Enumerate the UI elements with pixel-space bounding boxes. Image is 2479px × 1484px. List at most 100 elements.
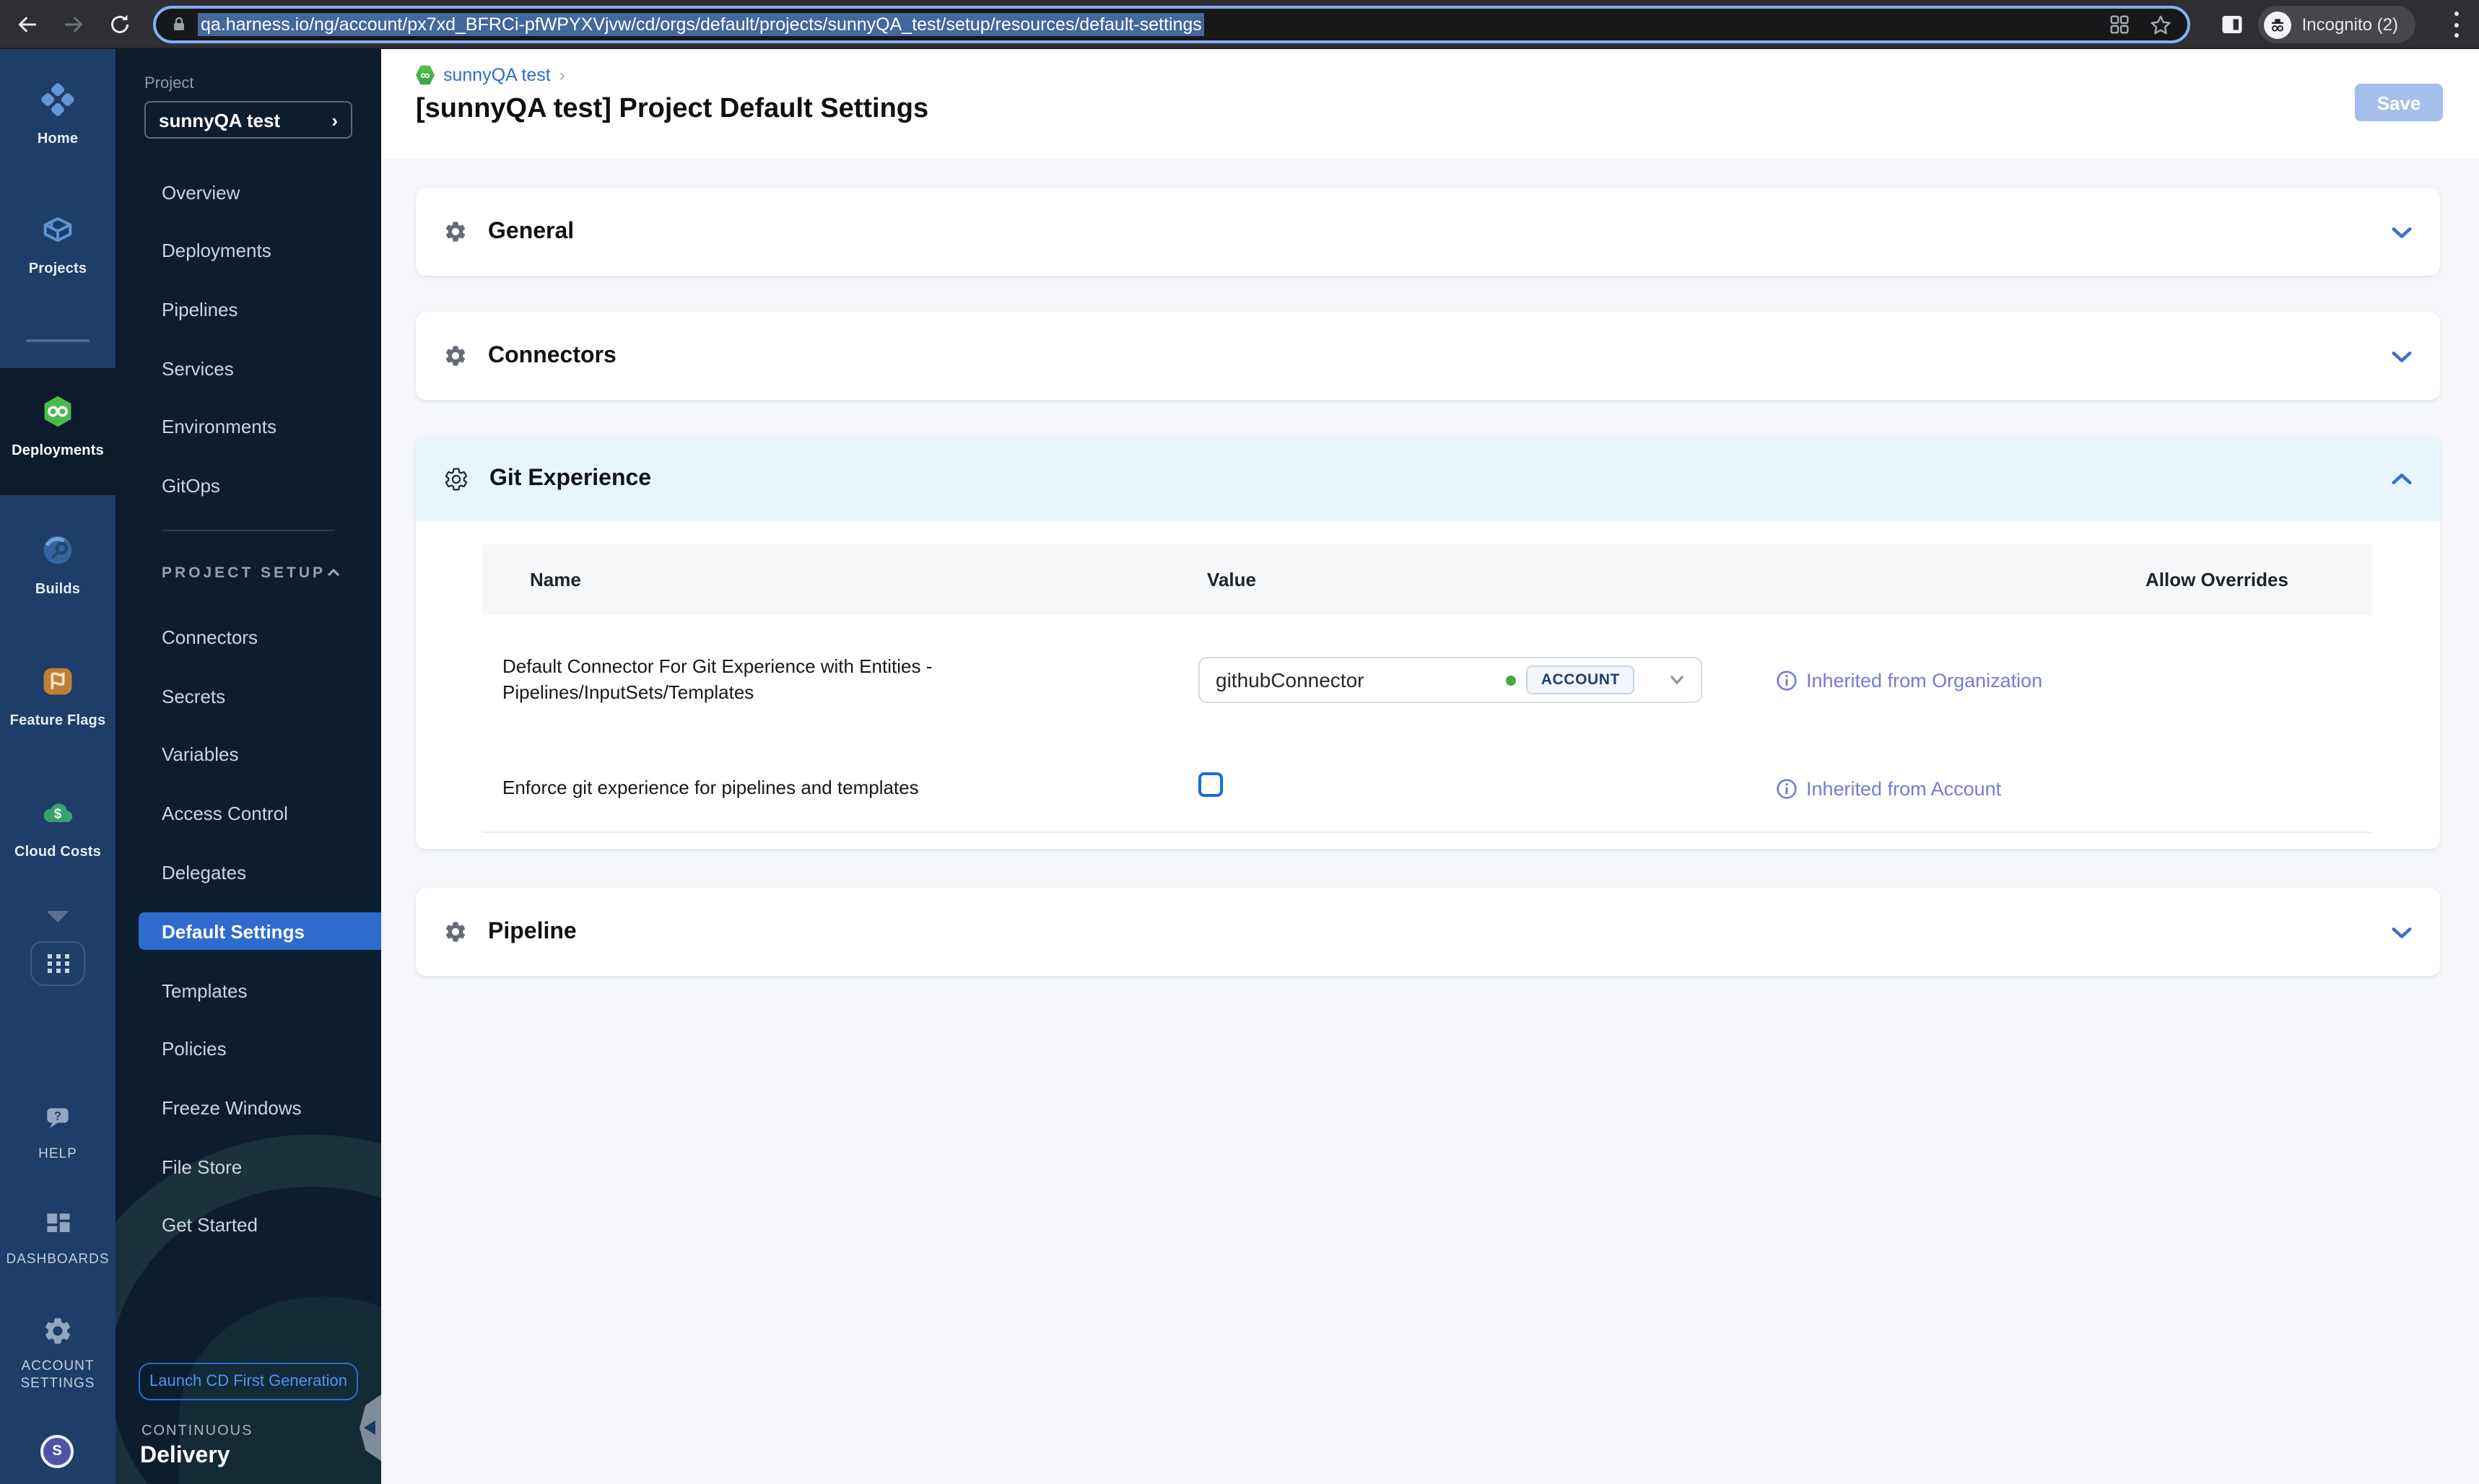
nav-item-services[interactable]: Services <box>162 358 234 380</box>
sidebar-item-dashboards[interactable]: DASHBOARDS <box>0 1208 116 1267</box>
section-title: Git Experience <box>489 466 652 490</box>
column-header-value: Value <box>1207 569 1256 590</box>
project-sidebar: Project sunnyQA test › Overview Deployme… <box>116 49 381 1484</box>
column-header-name: Name <box>530 569 581 590</box>
browser-menu-icon[interactable] <box>2453 12 2459 38</box>
builds-icon <box>43 536 72 564</box>
git-experience-header[interactable]: Git Experience <box>416 436 2440 521</box>
gear-icon <box>445 222 466 242</box>
sidebar-item-builds[interactable]: Builds <box>0 531 116 598</box>
project-setup-collapse-icon[interactable] <box>326 566 341 580</box>
default-connector-select[interactable]: githubConnector ACCOUNT <box>1198 657 1702 703</box>
sidebar-item-deployments[interactable]: Deployments <box>0 393 116 459</box>
svg-text:$: $ <box>54 806 62 821</box>
connector-status-dot <box>1506 675 1517 685</box>
nav-item-get-started[interactable]: Get Started <box>162 1214 258 1236</box>
nav-item-freeze-windows[interactable]: Freeze Windows <box>162 1097 302 1119</box>
project-selector[interactable]: sunnyQA test › <box>144 101 352 139</box>
user-avatar[interactable]: S <box>40 1435 74 1468</box>
nav-item-gitops[interactable]: GitOps <box>162 475 220 497</box>
module-footer-title: Delivery <box>140 1444 230 1468</box>
browser-toolbar: qa.harness.io/ng/account/px7xd_BFRCi-pfW… <box>0 0 2479 49</box>
column-header-allow-overrides: Allow Overrides <box>2145 569 2288 590</box>
chevron-up-icon[interactable] <box>2391 468 2413 489</box>
section-git-experience: Git Experience Name Value Allow Override… <box>416 436 2440 849</box>
nav-item-default-settings[interactable]: Default Settings <box>139 912 381 950</box>
enforce-git-experience-checkbox[interactable] <box>1198 772 1223 797</box>
nav-item-policies[interactable]: Policies <box>162 1038 227 1060</box>
inherited-from-account-link[interactable]: Inherited from Account <box>1776 777 2145 799</box>
module-sidebar: Home Projects Deployments Builds Feature… <box>0 49 116 1484</box>
home-icon <box>41 83 74 116</box>
more-modules-chevron-icon[interactable] <box>46 911 69 922</box>
sidebar-item-account-settings[interactable]: ACCOUNT SETTINGS <box>0 1315 116 1392</box>
git-experience-settings-table: Name Value Allow Overrides Default Conne… <box>416 521 2440 849</box>
sidebar-item-projects[interactable]: Projects <box>0 211 116 277</box>
nav-item-environments[interactable]: Environments <box>162 416 276 437</box>
inherited-from-organization-link[interactable]: Inherited from Organization <box>1776 669 2145 691</box>
info-icon <box>1777 778 1797 798</box>
sidebar-item-feature-flags[interactable]: Feature Flags <box>0 663 116 729</box>
sidebar-item-home[interactable]: Home <box>0 81 116 147</box>
info-icon <box>1777 670 1797 690</box>
section-title: Pipeline <box>488 919 577 943</box>
reload-icon[interactable] <box>107 12 133 38</box>
apps-grid-icon <box>47 954 69 973</box>
bookmark-star-icon[interactable] <box>2148 12 2173 37</box>
launch-cd-first-generation-button[interactable]: Launch CD First Generation <box>139 1363 358 1400</box>
gear-outline-icon <box>445 467 468 490</box>
back-icon[interactable] <box>14 12 40 38</box>
sidebar-item-help[interactable]: ? HELP <box>0 1103 116 1162</box>
module-picker-button[interactable] <box>30 941 85 986</box>
nav-item-connectors[interactable]: Connectors <box>162 627 258 648</box>
nav-item-secrets[interactable]: Secrets <box>162 686 225 707</box>
dashboards-icon <box>47 1213 70 1232</box>
nav-item-pipelines[interactable]: Pipelines <box>162 299 238 320</box>
nav-item-deployments[interactable]: Deployments <box>162 240 271 261</box>
address-bar[interactable]: qa.harness.io/ng/account/px7xd_BFRCi-pfW… <box>153 6 2190 43</box>
help-icon: ? <box>47 1108 69 1128</box>
cd-module-icon: ∞ <box>416 65 435 85</box>
application-window: qa.harness.io/ng/account/px7xd_BFRCi-pfW… <box>0 0 2479 1484</box>
chevron-down-icon[interactable] <box>2391 346 2413 366</box>
forward-icon[interactable] <box>61 12 87 38</box>
section-connectors[interactable]: Connectors <box>416 312 2440 400</box>
account-settings-gear-icon <box>45 1318 71 1344</box>
chevron-down-icon[interactable] <box>2391 222 2413 242</box>
main-content: ∞ sunnyQA test › [sunnyQA test] Project … <box>381 49 2479 1484</box>
incognito-icon <box>2264 11 2292 38</box>
gear-icon <box>445 346 466 366</box>
section-pipeline[interactable]: Pipeline <box>416 888 2440 976</box>
url-text[interactable]: qa.harness.io/ng/account/px7xd_BFRCi-pfW… <box>198 13 1205 36</box>
breadcrumb: ∞ sunnyQA test › <box>416 65 565 85</box>
tab-groups-icon[interactable] <box>2108 13 2131 36</box>
collapse-arrow-icon <box>364 1420 375 1435</box>
nav-item-file-store[interactable]: File Store <box>162 1156 242 1178</box>
nav-item-templates[interactable]: Templates <box>162 980 248 1002</box>
sidebar-section-divider <box>162 530 335 531</box>
section-general[interactable]: General <box>416 188 2440 276</box>
side-panel-icon[interactable] <box>2219 12 2245 38</box>
chevron-down-icon[interactable] <box>2391 922 2413 942</box>
lock-icon <box>174 17 184 30</box>
nav-item-variables[interactable]: Variables <box>162 743 238 765</box>
deployments-icon <box>44 396 71 427</box>
sidebar-item-cloud-costs[interactable]: $ Cloud Costs <box>0 794 116 860</box>
incognito-badge[interactable]: Incognito (2) <box>2258 6 2415 43</box>
table-row: Enforce git experience for pipelines and… <box>482 745 2372 833</box>
projects-icon <box>43 217 72 243</box>
cloud-costs-icon: $ <box>43 803 73 823</box>
sidebar-collapse-button[interactable] <box>360 1394 381 1461</box>
nav-item-access-control[interactable]: Access Control <box>162 803 288 824</box>
incognito-label: Incognito (2) <box>2301 14 2398 35</box>
project-setup-header[interactable]: PROJECT SETUP <box>162 564 326 582</box>
project-select-label: Project <box>144 75 194 92</box>
connector-value: githubConnector <box>1216 668 1364 691</box>
select-chevron-icon <box>1670 675 1684 685</box>
breadcrumb-project-link[interactable]: sunnyQA test <box>443 65 551 85</box>
save-button[interactable]: Save <box>2355 84 2443 121</box>
nav-item-overview[interactable]: Overview <box>162 182 240 204</box>
setting-name: Default Connector For Git Experience wit… <box>502 655 933 703</box>
nav-item-delegates[interactable]: Delegates <box>162 862 246 883</box>
feature-flags-icon <box>43 668 72 695</box>
